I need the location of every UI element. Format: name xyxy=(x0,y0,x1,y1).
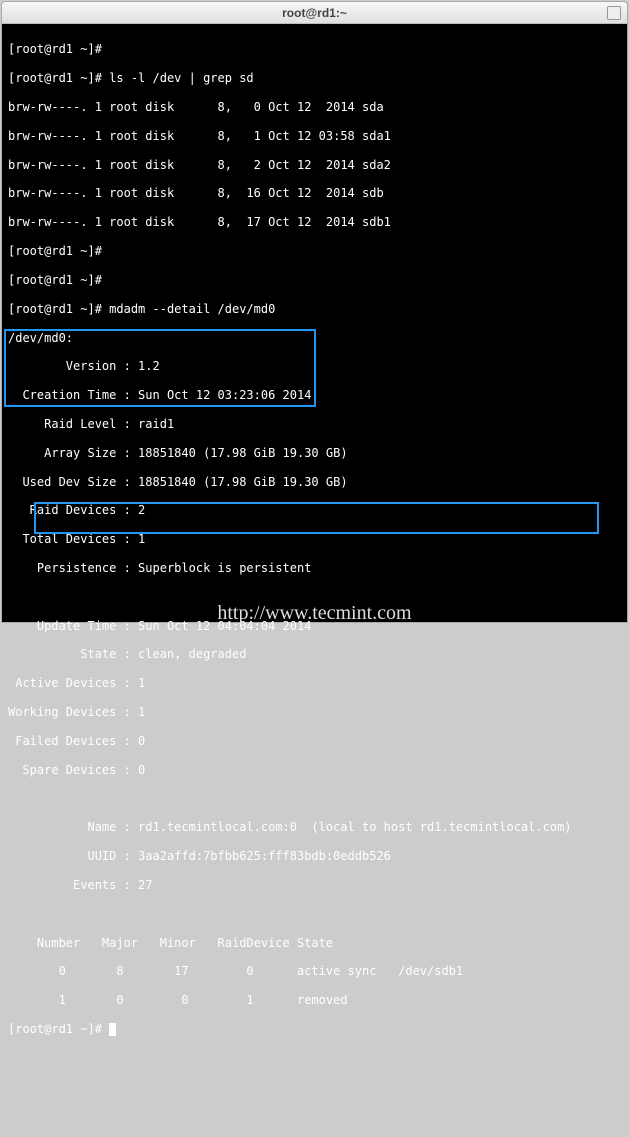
output-line: Creation Time : Sun Oct 12 03:23:06 2014 xyxy=(8,388,621,402)
prompt-line: [root@rd1 ~]# xyxy=(8,42,621,56)
output-line: Raid Devices : 2 xyxy=(8,503,621,517)
output-line: brw-rw----. 1 root disk 8, 0 Oct 12 2014… xyxy=(8,100,621,114)
output-line: Number Major Minor RaidDevice State xyxy=(8,936,621,950)
output-line: Raid Level : raid1 xyxy=(8,417,621,431)
output-line: 0 8 17 0 active sync /dev/sdb1 xyxy=(8,964,621,978)
output-line: Persistence : Superblock is persistent xyxy=(8,561,621,575)
output-line: Failed Devices : 0 xyxy=(8,734,621,748)
titlebar[interactable]: root@rd1:~ xyxy=(2,2,627,24)
output-line: 1 0 0 1 removed xyxy=(8,993,621,1007)
output-line: Used Dev Size : 18851840 (17.98 GiB 19.3… xyxy=(8,475,621,489)
watermark-url: http://www.tecmint.com xyxy=(2,606,627,620)
output-line: UUID : 3aa2affd:7bfbb625:fff83bdb:0eddb5… xyxy=(8,849,621,863)
output-line xyxy=(8,792,621,806)
output-line: Events : 27 xyxy=(8,878,621,892)
window-title: root@rd1:~ xyxy=(282,6,347,20)
prompt-line: [root@rd1 ~]# mdadm --detail /dev/md0 xyxy=(8,302,621,316)
minimize-icon[interactable] xyxy=(607,6,621,20)
prompt-line: [root@rd1 ~]# ls -l /dev | grep sd xyxy=(8,71,621,85)
terminal-body[interactable]: [root@rd1 ~]# [root@rd1 ~]# ls -l /dev |… xyxy=(2,24,627,622)
output-line: Name : rd1.tecmintlocal.com:0 (local to … xyxy=(8,820,621,834)
output-line xyxy=(8,907,621,921)
output-line: /dev/md0: xyxy=(8,331,621,345)
output-line: brw-rw----. 1 root disk 8, 16 Oct 12 201… xyxy=(8,186,621,200)
output-line: Array Size : 18851840 (17.98 GiB 19.30 G… xyxy=(8,446,621,460)
output-line: Total Devices : 1 xyxy=(8,532,621,546)
output-line: Spare Devices : 0 xyxy=(8,763,621,777)
command: ls -l /dev | grep sd xyxy=(109,71,254,85)
prompt-line: [root@rd1 ~]# xyxy=(8,244,621,258)
prompt-line: [root@rd1 ~]# xyxy=(8,1022,621,1036)
output-line: Active Devices : 1 xyxy=(8,676,621,690)
output-line: Working Devices : 1 xyxy=(8,705,621,719)
output-line: State : clean, degraded xyxy=(8,647,621,661)
command: mdadm --detail /dev/md0 xyxy=(109,302,275,316)
cursor xyxy=(109,1023,116,1036)
output-line: brw-rw----. 1 root disk 8, 2 Oct 12 2014… xyxy=(8,158,621,172)
output-line: Version : 1.2 xyxy=(8,359,621,373)
prompt-line: [root@rd1 ~]# xyxy=(8,273,621,287)
terminal-window: root@rd1:~ [root@rd1 ~]# [root@rd1 ~]# l… xyxy=(1,1,628,623)
output-line: brw-rw----. 1 root disk 8, 17 Oct 12 201… xyxy=(8,215,621,229)
output-line: brw-rw----. 1 root disk 8, 1 Oct 12 03:5… xyxy=(8,129,621,143)
